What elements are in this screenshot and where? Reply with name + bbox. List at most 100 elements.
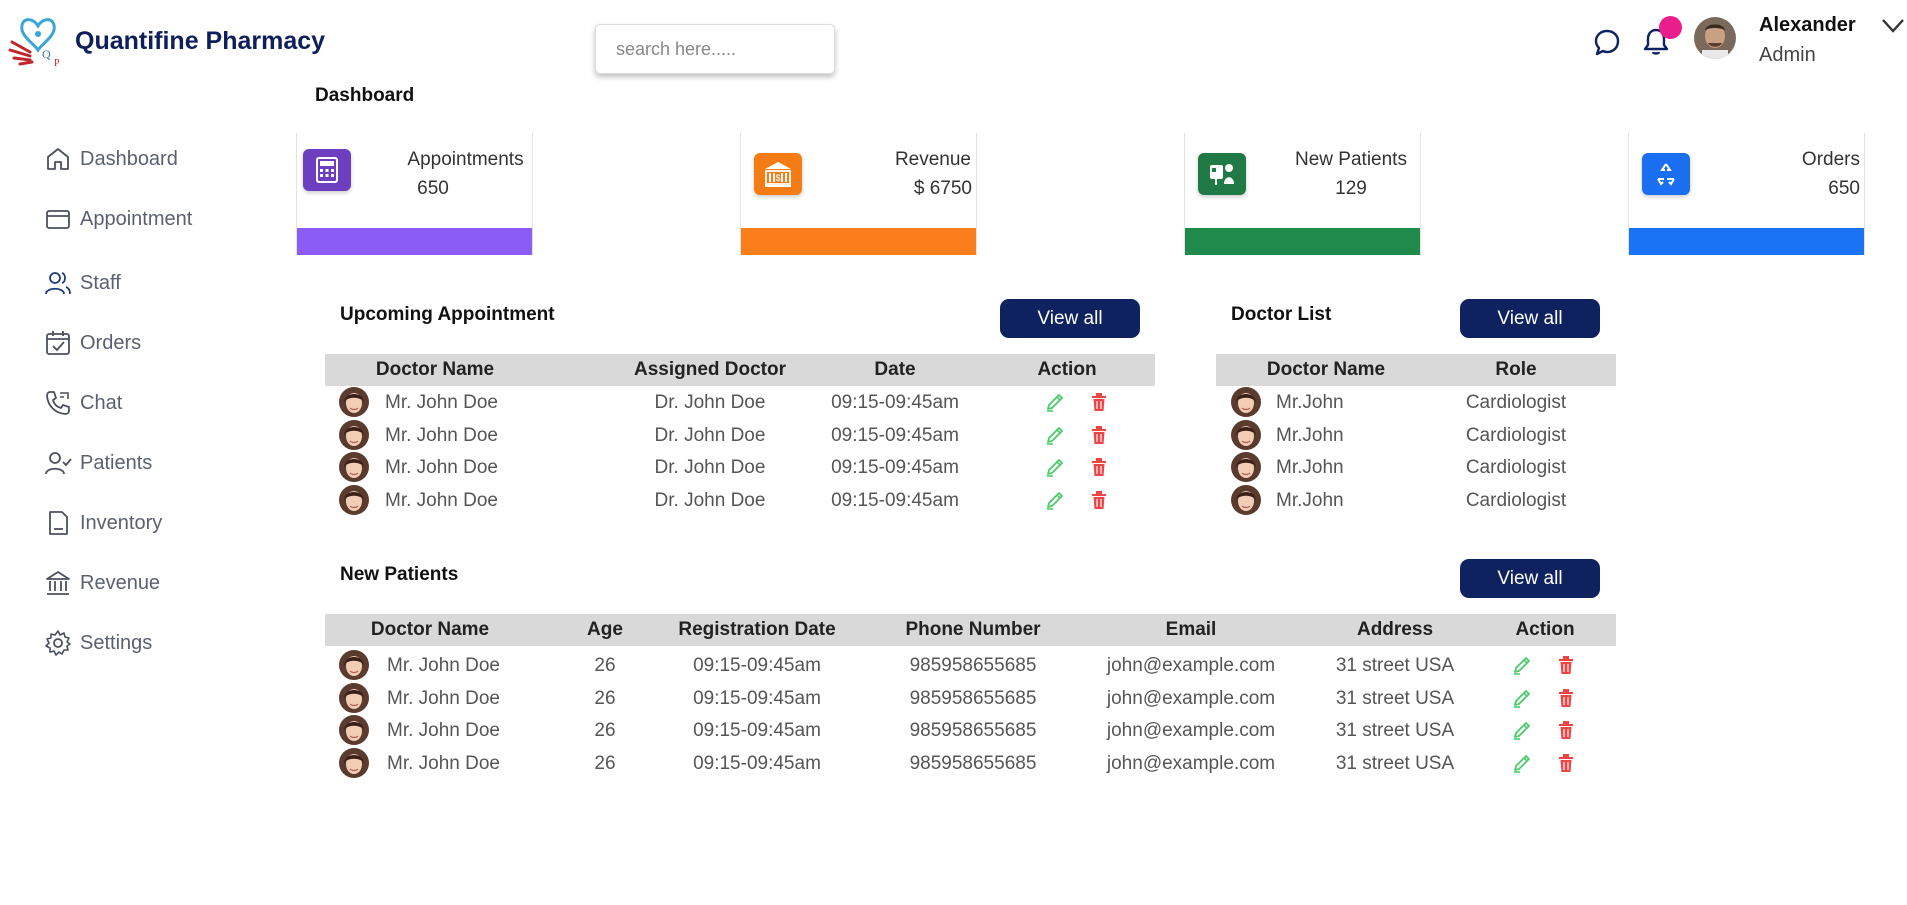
- column-header[interactable]: Address: [1325, 619, 1465, 641]
- registration-date-cell: 09:15-09:45am: [693, 687, 821, 709]
- edit-icon[interactable]: [1511, 719, 1533, 741]
- column-header[interactable]: Role: [1466, 359, 1566, 381]
- patient-name-cell: Mr. John Doe: [387, 752, 500, 774]
- table-row: Mr.John Cardiologist: [1216, 484, 1616, 517]
- assigned-doctor-cell: Dr. John Doe: [654, 489, 766, 511]
- avatar: [339, 452, 369, 482]
- sidebar-item-label: Chat: [80, 391, 123, 414]
- avatar: [339, 682, 369, 713]
- sidebar-item-inventory[interactable]: Inventory: [44, 506, 162, 540]
- bank-icon: [46, 571, 70, 595]
- registration-date-cell: 09:15-09:45am: [693, 720, 821, 741]
- doctor-name-cell: Mr. John Doe: [385, 489, 498, 511]
- sidebar-item-appointment[interactable]: Appointment: [44, 202, 192, 236]
- stat-card-orders[interactable]: Orders 650: [1628, 133, 1865, 255]
- avatar: [1231, 419, 1261, 450]
- trash-icon[interactable]: [1088, 424, 1110, 446]
- trash-icon[interactable]: [1088, 456, 1110, 478]
- upcoming-appointment-title: Upcoming Appointment: [340, 304, 555, 325]
- column-header[interactable]: Date: [825, 359, 965, 381]
- table-row: Mr. John Doe 26 09:15-09:45am 985958655685 j…: [325, 747, 1616, 780]
- edit-icon[interactable]: [1044, 391, 1066, 413]
- trash-icon[interactable]: [1555, 687, 1577, 709]
- gear-icon: [45, 630, 71, 656]
- view-all-appointments-button[interactable]: View all: [1000, 299, 1140, 338]
- table-row: Mr.John Cardiologist: [1216, 419, 1616, 452]
- user-name: Alexander: [1759, 14, 1856, 36]
- phone-icon: [46, 391, 70, 415]
- svg-text:P: P: [54, 58, 60, 68]
- column-header[interactable]: Registration Date: [657, 619, 857, 641]
- upcoming-table-header: Doctor Name Assigned Doctor Date Action: [325, 354, 1155, 386]
- sidebar-item-staff[interactable]: Staff: [44, 266, 121, 300]
- edit-icon[interactable]: [1511, 654, 1533, 676]
- trash-icon[interactable]: [1088, 391, 1110, 413]
- svg-text:$: $: [776, 173, 781, 183]
- sidebar-item-settings[interactable]: Settings: [44, 626, 152, 660]
- phone-cell: 985958655685: [909, 687, 1037, 709]
- column-header[interactable]: Doctor Name: [345, 359, 525, 381]
- stat-card-new-patients[interactable]: New Patients 129: [1184, 133, 1421, 255]
- user-check-icon: [45, 452, 72, 475]
- column-header[interactable]: Assigned Doctor: [610, 359, 810, 381]
- table-row: Mr. John Doe Dr. John Doe 09:15-09:45am: [325, 419, 1155, 452]
- edit-icon[interactable]: [1044, 456, 1066, 478]
- role-cell: Cardiologist: [1465, 424, 1567, 446]
- doctor-table-header: Doctor Name Role: [1216, 354, 1616, 386]
- doctor-name-cell: Mr. John Doe: [385, 424, 498, 446]
- sidebar-item-label: Patients: [80, 451, 153, 474]
- phone-cell: 985958655685: [909, 720, 1037, 741]
- column-header[interactable]: Age: [575, 619, 635, 641]
- sidebar-item-label: Inventory: [80, 511, 163, 534]
- trash-icon[interactable]: [1555, 752, 1577, 774]
- sidebar-item-revenue[interactable]: Revenue: [44, 566, 160, 600]
- role-cell: Cardiologist: [1465, 489, 1567, 511]
- chevron-down-icon[interactable]: [1880, 17, 1906, 35]
- bank-icon: $: [754, 153, 802, 195]
- user-avatar[interactable]: [1694, 17, 1736, 59]
- column-header[interactable]: Doctor Name: [1236, 359, 1416, 381]
- column-header[interactable]: Email: [1111, 619, 1271, 641]
- stat-card-appointments[interactable]: Appointments 650: [296, 133, 533, 255]
- users-icon: [45, 272, 71, 295]
- column-header[interactable]: Doctor Name: [345, 619, 515, 641]
- avatar: [1231, 484, 1261, 515]
- patients-table-header: Doctor Name Age Registration Date Phone …: [325, 614, 1616, 646]
- table-row: Mr.John Cardiologist: [1216, 387, 1616, 419]
- view-all-doctors-button[interactable]: View all: [1460, 299, 1600, 338]
- sidebar-item-dashboard[interactable]: Dashboard: [44, 142, 178, 176]
- stat-card-revenue[interactable]: $ Revenue $ 6750: [740, 133, 977, 255]
- stat-color-bar: [1185, 228, 1420, 255]
- sidebar-item-chat[interactable]: Chat: [44, 386, 122, 420]
- edit-icon[interactable]: [1511, 687, 1533, 709]
- search-input[interactable]: [595, 24, 835, 74]
- edit-icon[interactable]: [1511, 752, 1533, 774]
- edit-icon[interactable]: [1044, 489, 1066, 511]
- edit-icon[interactable]: [1044, 424, 1066, 446]
- table-row: Mr. John Doe Dr. John Doe 09:15-09:45am: [325, 484, 1155, 517]
- column-header[interactable]: Phone Number: [873, 619, 1073, 641]
- stat-label: New Patients: [1295, 149, 1407, 170]
- view-all-patients-button[interactable]: View all: [1460, 559, 1600, 598]
- email-cell: john@example.com: [1106, 687, 1276, 709]
- date-cell: 09:15-09:45am: [831, 424, 959, 446]
- doctor-name-cell: Mr.John: [1276, 489, 1344, 511]
- brand-name: Quantifine Pharmacy: [75, 27, 326, 55]
- sidebar-item-label: Revenue: [80, 571, 161, 594]
- sidebar-item-patients[interactable]: Patients: [44, 446, 152, 480]
- new-patients-title: New Patients: [340, 564, 459, 585]
- patient-name-cell: Mr. John Doe: [387, 655, 500, 676]
- chat-bubble-icon[interactable]: [1592, 27, 1622, 57]
- trash-icon[interactable]: [1555, 719, 1577, 741]
- role-cell: Cardiologist: [1465, 457, 1567, 478]
- trash-icon[interactable]: [1088, 489, 1110, 511]
- notification-badge: [1659, 16, 1682, 39]
- doctor-icon: [1198, 153, 1246, 195]
- sidebar-item-orders[interactable]: Orders: [44, 326, 141, 360]
- doctor-name-cell: Mr.John: [1276, 424, 1344, 446]
- avatar: [339, 747, 369, 778]
- trash-icon[interactable]: [1555, 654, 1577, 676]
- date-cell: 09:15-09:45am: [831, 457, 959, 478]
- doctor-name-cell: Mr.John: [1276, 392, 1344, 413]
- user-role: Admin: [1759, 44, 1816, 66]
